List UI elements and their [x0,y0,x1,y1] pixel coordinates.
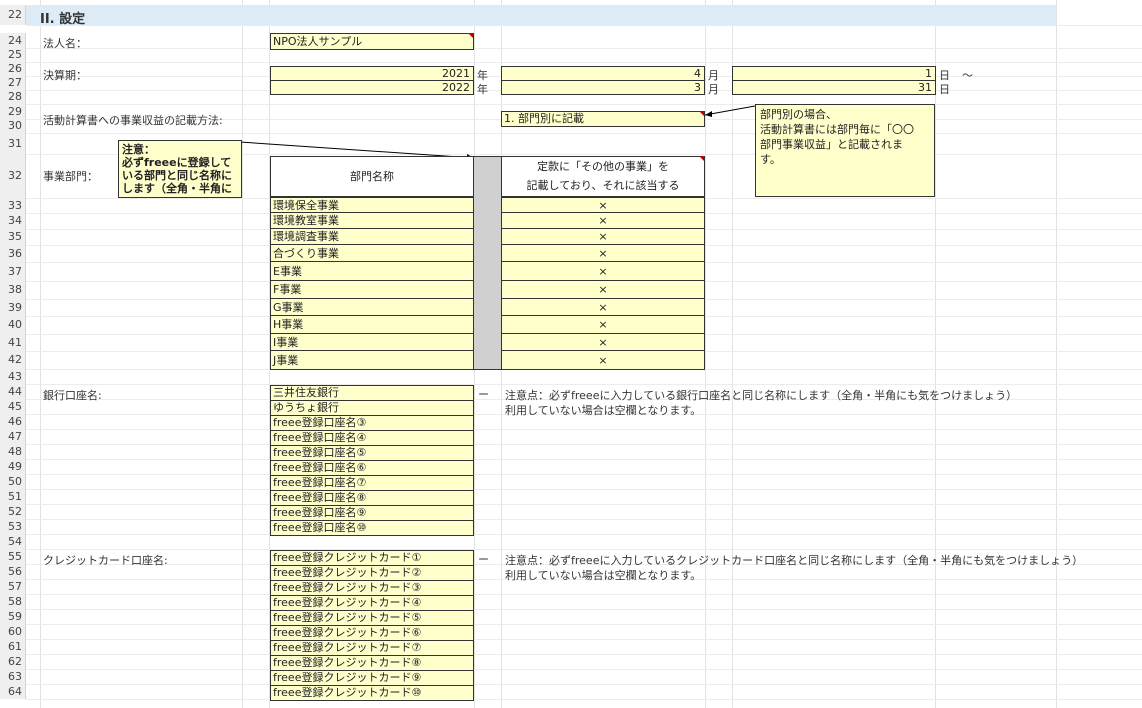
card-account-cell[interactable]: freee登録クレジットカード⑦ [270,640,474,656]
other-biz-cell[interactable]: × [501,280,705,299]
bank-account-cell[interactable]: freee登録口座名⑤ [270,445,474,461]
dept-name-cell[interactable]: H事業 [270,315,474,334]
bank-account-cell[interactable]: freee登録口座名③ [270,415,474,431]
bank-account-cell[interactable]: ゆうちょ銀行 [270,400,474,416]
card-account-cell[interactable]: freee登録クレジットカード⑤ [270,610,474,626]
card-account-cell[interactable]: freee登録クレジットカード③ [270,580,474,596]
other-biz-cell[interactable]: × [501,261,705,281]
card-account-cell[interactable]: freee登録クレジットカード④ [270,595,474,611]
card-dash: ー [478,553,489,566]
card-note-2: 利用していない場合は空欄となります。 [505,569,702,582]
dept-name-header: 部門名称 [270,156,474,197]
header-line: 記載しており、それに該当する [526,179,680,192]
other-biz-cell[interactable]: × [501,244,705,262]
dept-name-cell[interactable]: 環境調査事業 [270,228,474,245]
card-account-cell[interactable]: freee登録クレジットカード⑧ [270,655,474,671]
bank-account-cell[interactable]: freee登録口座名④ [270,430,474,446]
other-biz-cell[interactable]: × [501,228,705,245]
dept-name-cell[interactable]: 合づくり事業 [270,244,474,262]
arrow-line [704,105,756,116]
other-biz-header: 定款に「その他の事業」を 記載しており、それに該当する [501,156,705,197]
dept-name-cell[interactable]: F事業 [270,280,474,299]
other-biz-cell[interactable]: × [501,212,705,229]
arrow-head [705,111,712,117]
card-label: クレジットカード口座名: [43,554,168,567]
header-line: 定款に「その他の事業」を [537,160,669,173]
other-biz-cell[interactable]: × [501,350,705,370]
dept-name-cell[interactable]: G事業 [270,298,474,316]
bank-account-cell[interactable]: freee登録口座名⑦ [270,475,474,491]
method-comment: 部門別の場合、 活動計算書には部門毎に「〇〇 部門事業収益」と記載されま す。 [755,104,935,197]
comment-line: いる部門と同じ名称に [122,169,232,182]
other-biz-cell[interactable]: × [501,298,705,316]
dept-name-cell[interactable]: 環境保全事業 [270,197,474,213]
bank-account-cell[interactable]: freee登録口座名⑧ [270,490,474,506]
bank-account-cell[interactable]: 三井住友銀行 [270,385,474,401]
bank-note-2: 利用していない場合は空欄となります。 [505,404,702,417]
comment-line: 必ずfreeeに登録して [122,156,232,169]
bank-account-cell[interactable]: freee登録口座名⑩ [270,520,474,536]
dept-name-cell[interactable]: I事業 [270,333,474,351]
card-account-cell[interactable]: freee登録クレジットカード⑩ [270,685,474,701]
dept-name-cell[interactable]: J事業 [270,350,474,370]
dept-label: 事業部門： [43,170,98,183]
card-account-cell[interactable]: freee登録クレジットカード① [270,550,474,566]
dept-comment: 注意： 必ずfreeeに登録して いる部門と同じ名称に します（全角・半角に [118,140,242,198]
bank-dash: ー [478,388,489,401]
dept-name-cell[interactable]: E事業 [270,261,474,281]
other-biz-cell[interactable]: × [501,333,705,351]
comment-line: します（全角・半角に [122,182,232,195]
card-account-cell[interactable]: freee登録クレジットカード② [270,565,474,581]
other-biz-cell[interactable]: × [501,315,705,334]
comment-line: 注意： [122,143,155,156]
card-account-cell[interactable]: freee登録クレジットカード⑨ [270,670,474,686]
card-account-cell[interactable]: freee登録クレジットカード⑥ [270,625,474,641]
other-biz-cell[interactable]: × [501,197,705,213]
comment-marker [699,156,704,161]
bank-note: 注意点：必ずfreeeに入力している銀行口座名と同じ名称にします（全角・半角にも… [505,389,1018,402]
card-note: 注意点：必ずfreeeに入力しているクレジットカード口座名と同じ名称にします（全… [505,554,1084,567]
dept-name-cell[interactable]: 環境教室事業 [270,212,474,229]
bank-label: 銀行口座名: [43,389,102,402]
bank-account-cell[interactable]: freee登録口座名⑨ [270,505,474,521]
gray-column [474,156,501,370]
bank-account-cell[interactable]: freee登録口座名⑥ [270,460,474,476]
